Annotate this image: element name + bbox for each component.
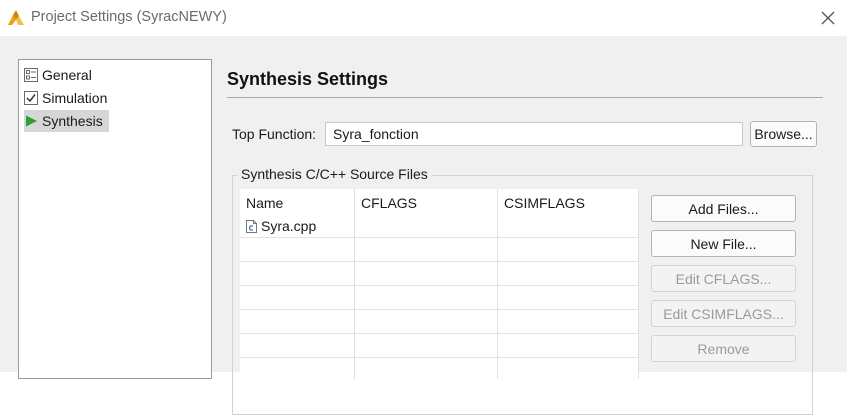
c-source-file-icon [246, 219, 257, 233]
nav-label-simulation: Simulation [42, 90, 108, 106]
title-bar: Project Settings (SyracNEWY) [0, 0, 847, 36]
edit-csimflags-button[interactable]: Edit CSIMFLAGS... [651, 300, 796, 327]
page-title: Synthesis Settings [227, 69, 389, 89]
settings-nav-tree: General Simulation Synthesis [18, 59, 212, 379]
table-row-divider [240, 285, 639, 286]
nav-label-general: General [42, 67, 92, 83]
table-row-divider [240, 309, 639, 310]
close-icon[interactable] [817, 7, 839, 29]
top-function-label: Top Function: [232, 126, 317, 142]
column-header-csimflags[interactable]: CSIMFLAGS [504, 195, 585, 211]
column-header-name[interactable]: Name [246, 195, 283, 211]
top-function-input[interactable] [325, 122, 743, 146]
column-header-cflags[interactable]: CFLAGS [361, 195, 417, 211]
remove-button[interactable]: Remove [651, 335, 796, 362]
add-files-button[interactable]: Add Files... [651, 195, 796, 222]
column-divider[interactable] [497, 189, 498, 379]
vivado-hls-logo-icon [7, 9, 25, 27]
column-divider[interactable] [638, 189, 639, 379]
table-row-divider [240, 333, 639, 334]
dialog-body: General Simulation Synthesis Synthesis S… [0, 36, 847, 415]
nav-item-simulation[interactable]: Simulation [24, 87, 113, 109]
column-divider[interactable] [354, 189, 355, 379]
file-name: Syra.cpp [261, 218, 317, 234]
new-file-button[interactable]: New File... [651, 230, 796, 257]
source-files-table[interactable]: Name CFLAGS CSIMFLAGS Syra.cpp [240, 189, 639, 379]
nav-label-synthesis: Synthesis [42, 113, 103, 129]
title-divider [227, 97, 823, 98]
table-row[interactable]: Syra.cpp [246, 218, 316, 234]
nav-item-general[interactable]: General [24, 64, 98, 86]
edit-cflags-button[interactable]: Edit CFLAGS... [651, 265, 796, 292]
general-settings-icon [24, 68, 38, 82]
checkbox-checked-icon [24, 91, 38, 105]
browse-button[interactable]: Browse... [750, 121, 817, 147]
play-arrow-icon [24, 114, 38, 128]
nav-item-synthesis[interactable]: Synthesis [24, 110, 109, 132]
table-row-divider [240, 237, 639, 238]
table-row-divider [240, 261, 639, 262]
source-files-group-title: Synthesis C/C++ Source Files [237, 166, 432, 182]
window-title: Project Settings (SyracNEWY) [31, 9, 227, 25]
table-row-divider [240, 357, 639, 358]
